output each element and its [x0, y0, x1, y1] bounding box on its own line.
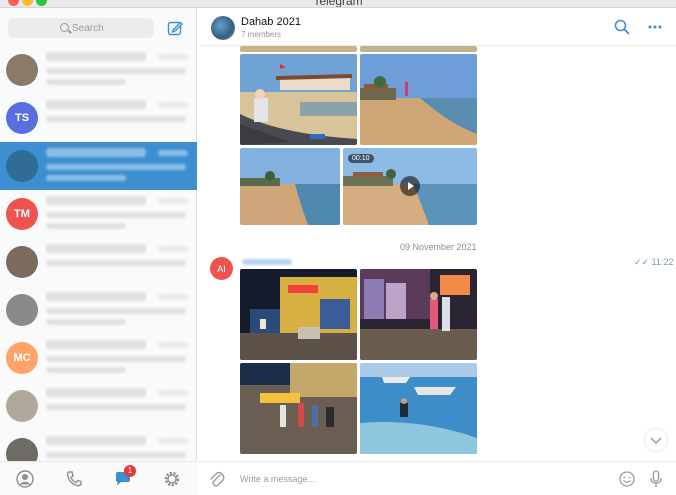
- chat-time: [158, 54, 188, 60]
- compose-icon[interactable]: [167, 20, 183, 36]
- chat-list-item[interactable]: TS: [0, 94, 197, 142]
- chat-preview-line: [46, 175, 126, 181]
- chat-list-item[interactable]: [0, 382, 197, 430]
- photo-thumbnail[interactable]: [360, 269, 477, 360]
- date-separator: 09 November 2021: [400, 242, 477, 252]
- chat-time: [158, 390, 188, 396]
- chat-avatar: МС: [6, 342, 38, 374]
- video-duration: 00:10: [348, 154, 374, 163]
- chat-header[interactable]: Dahab 2021 7 members: [198, 8, 676, 46]
- chat-preview: [46, 308, 186, 314]
- photo-thumbnail[interactable]: [360, 54, 477, 145]
- chevron-down-icon: [650, 437, 662, 445]
- scroll-down-button[interactable]: [645, 429, 667, 451]
- attach-icon[interactable]: [209, 470, 225, 488]
- play-icon[interactable]: [400, 176, 420, 196]
- chat-view: Dahab 2021 7 members 00:10 09 November 2…: [198, 8, 676, 495]
- chat-preview: [46, 404, 186, 410]
- message-time: 11:22: [651, 257, 674, 267]
- read-check-icon: ✓✓: [634, 257, 650, 267]
- chat-time: [158, 102, 188, 108]
- message-input[interactable]: [240, 471, 600, 487]
- chat-avatar: ТМ: [6, 198, 38, 230]
- chat-time: [158, 342, 188, 348]
- message-feed: 00:10 09 November 2021 AI ✓✓ 11:22: [198, 46, 676, 461]
- chat-list-item[interactable]: [0, 142, 197, 190]
- chat-avatar: [6, 390, 38, 422]
- chat-preview: [46, 452, 186, 458]
- chat-time: [158, 150, 188, 156]
- search-box[interactable]: [8, 18, 154, 38]
- sender-avatar[interactable]: AI: [210, 257, 233, 280]
- video-thumbnail[interactable]: 00:10: [343, 148, 477, 225]
- chat-members: 7 members: [241, 30, 282, 39]
- chat-avatar[interactable]: [211, 16, 235, 40]
- chat-preview: [46, 260, 186, 266]
- chat-name: [46, 340, 146, 349]
- chat-name: [46, 148, 146, 157]
- chat-avatar: [6, 246, 38, 278]
- unread-badge: 1: [124, 465, 136, 477]
- chat-name: [46, 100, 146, 109]
- message-status: ✓✓ 11:22: [634, 257, 673, 268]
- chat-time: [158, 294, 188, 300]
- photo-thumbnail[interactable]: [360, 363, 477, 454]
- chat-time: [158, 438, 188, 444]
- chat-name: [46, 244, 146, 253]
- chat-list-item[interactable]: ТМ: [0, 190, 197, 238]
- photo-thumbnail[interactable]: [240, 148, 340, 225]
- title-bar: Telegram: [0, 0, 676, 8]
- chat-name: [46, 292, 146, 301]
- chat-list-item[interactable]: МС: [0, 334, 197, 382]
- chat-preview: [46, 68, 186, 74]
- chat-name: [46, 436, 146, 445]
- chat-avatar: [6, 150, 38, 182]
- chat-name: [46, 52, 146, 61]
- chat-list-item[interactable]: [0, 46, 197, 94]
- chat-preview-line: [46, 367, 126, 373]
- chat-name: [46, 388, 146, 397]
- settings-icon[interactable]: [162, 469, 182, 489]
- chat-list-item[interactable]: [0, 286, 197, 334]
- more-icon[interactable]: [647, 20, 663, 34]
- search-icon[interactable]: [614, 19, 630, 35]
- chat-avatar: [6, 294, 38, 326]
- photo-thumbnail[interactable]: [240, 363, 357, 454]
- photo-thumbnail[interactable]: [360, 46, 477, 52]
- photo-thumbnail[interactable]: [240, 54, 357, 145]
- microphone-icon[interactable]: [649, 470, 663, 488]
- chat-preview: [46, 356, 186, 362]
- chat-list-item[interactable]: [0, 238, 197, 286]
- chat-preview-line: [46, 79, 126, 85]
- chat-avatar: [6, 54, 38, 86]
- window-title: Telegram: [313, 0, 363, 8]
- search-icon: [60, 23, 69, 32]
- chat-title[interactable]: Dahab 2021: [241, 16, 301, 28]
- chat-time: [158, 198, 188, 204]
- chat-preview: [46, 116, 186, 122]
- telegram-window: Telegram TS ТМ МС 1: [0, 0, 676, 495]
- emoji-icon[interactable]: [619, 471, 635, 487]
- sidebar-bottom-bar: 1: [0, 461, 197, 495]
- message-composer: [198, 461, 676, 495]
- contacts-icon[interactable]: [15, 469, 35, 489]
- chat-list: TS ТМ МС: [0, 46, 197, 478]
- chat-preview-line: [46, 319, 126, 325]
- chat-preview-line: [46, 223, 126, 229]
- sender-name[interactable]: [242, 259, 292, 265]
- chat-preview: [46, 212, 186, 218]
- photo-thumbnail[interactable]: [240, 269, 357, 360]
- chat-name: [46, 196, 146, 205]
- sidebar: TS ТМ МС 1: [0, 8, 197, 495]
- chat-time: [158, 246, 188, 252]
- photo-thumbnail[interactable]: [240, 46, 357, 52]
- chat-avatar: TS: [6, 102, 38, 134]
- calls-icon[interactable]: [64, 469, 84, 489]
- search-input[interactable]: [72, 20, 148, 36]
- chat-preview: [46, 164, 186, 170]
